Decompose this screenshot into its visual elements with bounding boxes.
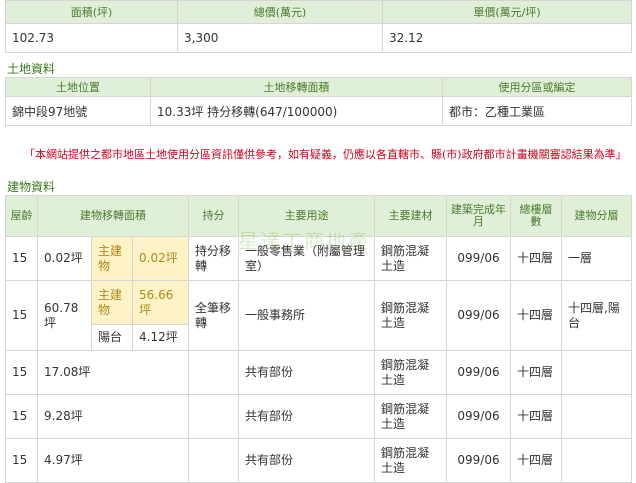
bldg-header-date: 建築完成年月	[446, 195, 511, 237]
price-header-area: 面積(坪)	[5, 0, 178, 24]
land-header-zoning: 使用分區或編定	[442, 77, 632, 97]
bldg-date: 099/06	[446, 438, 511, 483]
bldg-sub-value: 56.66坪	[132, 280, 189, 325]
table-row: 15 60.78坪 主建物 56.66坪 全筆移轉 一般事務所 鋼筋混凝土造 0…	[5, 280, 632, 351]
land-header-location: 土地位置	[5, 77, 151, 97]
building-section-title: 建物資料	[7, 180, 56, 194]
bldg-age: 15	[5, 394, 38, 439]
bldg-material: 鋼筋混凝土造	[374, 350, 447, 395]
land-section-title: 土地資料	[7, 62, 56, 76]
bldg-share: 持分移轉	[188, 236, 239, 281]
bldg-area: 0.02坪	[37, 236, 92, 281]
bldg-sub-label: 主建物	[91, 280, 133, 325]
bldg-date: 099/06	[446, 350, 511, 395]
bldg-floors: 十四層	[510, 280, 562, 351]
bldg-age: 15	[5, 350, 38, 395]
bldg-header-age: 屋齡	[5, 195, 38, 237]
bldg-header-layer: 建物分層	[561, 195, 632, 237]
bldg-date: 099/06	[446, 280, 511, 351]
bldg-floors: 十四層	[510, 438, 562, 483]
bldg-header-material: 主要建材	[374, 195, 447, 237]
bldg-layer: 十四層,陽台	[561, 280, 632, 351]
bldg-sub2-label: 陽台	[91, 324, 133, 351]
price-table: 面積(坪) 總價(萬元) 單價(萬元/坪) 102.73 3,300 32.12	[5, 0, 632, 53]
bldg-age: 15	[5, 236, 38, 281]
bldg-area: 4.97坪	[37, 438, 189, 483]
bldg-layer	[561, 438, 632, 483]
table-row: 15 4.97坪 共有部份 鋼筋混凝土造 099/06 十四層	[5, 438, 632, 483]
land-value-location: 錦中段97地號	[5, 96, 151, 126]
bldg-header-floors: 總樓層數	[510, 195, 562, 237]
bldg-share	[188, 438, 239, 483]
bldg-header-use: 主要用途	[238, 195, 375, 237]
land-header-area: 土地移轉面積	[150, 77, 443, 97]
bldg-layer: 一層	[561, 236, 632, 281]
bldg-share	[188, 350, 239, 395]
bldg-date: 099/06	[446, 394, 511, 439]
bldg-header-share: 持分	[188, 195, 239, 237]
bldg-use: 共有部份	[238, 350, 375, 395]
bldg-use: 一般零售業（附屬管理室）	[238, 236, 375, 281]
price-value-total: 3,300	[177, 23, 383, 53]
bldg-floors: 十四層	[510, 394, 562, 439]
building-table: 屋齡 建物移轉面積 持分 主要用途 主要建材 建築完成年月 總樓層數 建物分層 …	[5, 195, 632, 483]
bldg-layer	[561, 394, 632, 439]
bldg-share: 全筆移轉	[188, 280, 239, 351]
table-row: 15 17.08坪 共有部份 鋼筋混凝土造 099/06 十四層	[5, 350, 632, 395]
bldg-material: 鋼筋混凝土造	[374, 236, 447, 281]
bldg-header-area: 建物移轉面積	[37, 195, 189, 237]
bldg-material: 鋼筋混凝土造	[374, 280, 447, 351]
bldg-sub2-value: 4.12坪	[132, 324, 189, 351]
bldg-sub-label: 主建物	[91, 236, 133, 281]
price-value-unit: 32.12	[382, 23, 632, 53]
bldg-use: 共有部份	[238, 394, 375, 439]
bldg-share	[188, 394, 239, 439]
bldg-sub-value: 0.02坪	[132, 236, 189, 281]
bldg-use: 一般事務所	[238, 280, 375, 351]
bldg-layer	[561, 350, 632, 395]
bldg-area: 9.28坪	[37, 394, 189, 439]
price-header-total: 總價(萬元)	[177, 0, 383, 24]
land-value-area: 10.33坪 持分移轉(647/100000)	[150, 96, 443, 126]
land-table: 土地位置 土地移轉面積 使用分區或編定 錦中段97地號 10.33坪 持分移轉(…	[5, 77, 632, 126]
bldg-age: 15	[5, 438, 38, 483]
bldg-use: 共有部份	[238, 438, 375, 483]
table-row: 15 9.28坪 共有部份 鋼筋混凝土造 099/06 十四層	[5, 394, 632, 439]
bldg-floors: 十四層	[510, 350, 562, 395]
price-header-unit: 單價(萬元/坪)	[382, 0, 632, 24]
bldg-material: 鋼筋混凝土造	[374, 394, 447, 439]
bldg-area: 60.78坪	[37, 280, 92, 351]
price-value-area: 102.73	[5, 23, 178, 53]
table-row: 15 0.02坪 主建物 0.02坪 持分移轉 一般零售業（附屬管理室） 鋼筋混…	[5, 236, 632, 281]
land-value-zoning: 都市：乙種工業區	[442, 96, 632, 126]
zoning-notice: 「本網站提供之都市地區土地使用分區資訊僅供參考，如有疑義，仍應以各直轄市、縣(市…	[24, 148, 627, 161]
bldg-area: 17.08坪	[37, 350, 189, 395]
bldg-floors: 十四層	[510, 236, 562, 281]
bldg-date: 099/06	[446, 236, 511, 281]
bldg-material: 鋼筋混凝土造	[374, 438, 447, 483]
bldg-age: 15	[5, 280, 38, 351]
